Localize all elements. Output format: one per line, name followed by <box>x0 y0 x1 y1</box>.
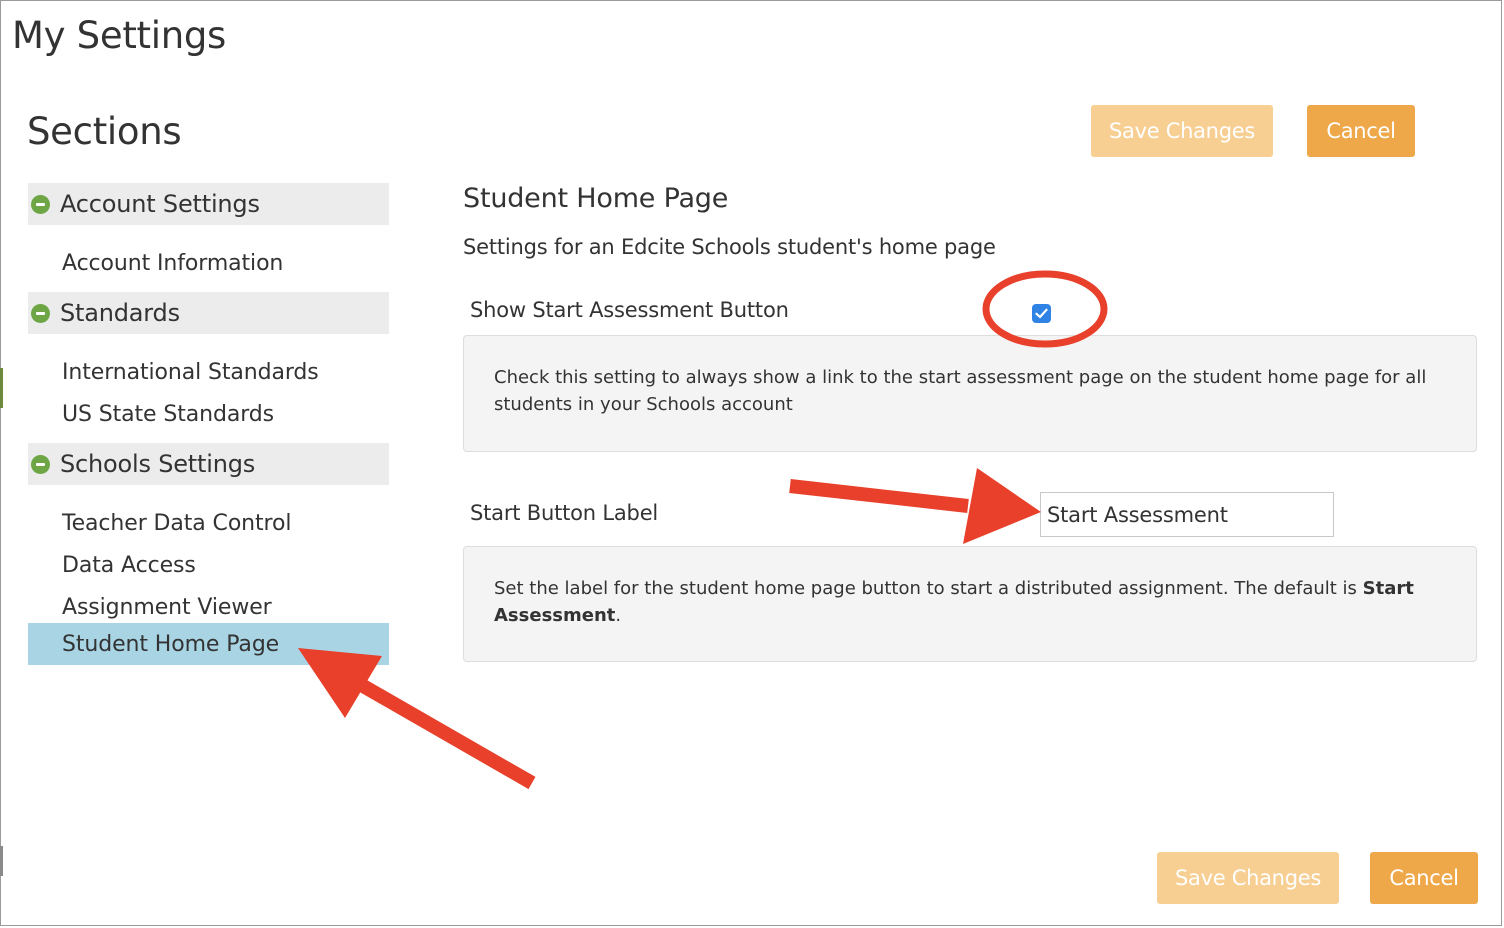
show-start-help-box: Check this setting to always show a link… <box>463 335 1477 452</box>
sidebar-item-teacher-data-control[interactable]: Teacher Data Control <box>28 503 389 543</box>
start-button-label-label: Start Button Label <box>470 501 659 525</box>
group-label: Schools Settings <box>60 450 256 478</box>
help-text-period: . <box>615 605 622 626</box>
group-schools-settings[interactable]: Schools Settings <box>28 443 389 485</box>
sidebar-item-account-information[interactable]: Account Information <box>28 243 389 283</box>
checkmark-icon <box>1035 308 1048 319</box>
save-changes-button-bottom[interactable]: Save Changes <box>1157 852 1339 904</box>
collapse-minus-icon <box>31 194 50 214</box>
group-label: Account Settings <box>60 190 260 218</box>
sections-heading: Sections <box>27 110 182 153</box>
sidebar-item-student-home-page[interactable]: Student Home Page <box>28 623 389 665</box>
start-label-help-box: Set the label for the student home page … <box>463 546 1477 662</box>
collapse-minus-icon <box>31 303 50 323</box>
cancel-button-bottom[interactable]: Cancel <box>1370 852 1478 904</box>
pane-title: Student Home Page <box>463 183 729 214</box>
start-label-help-text: Set the label for the student home page … <box>494 578 1363 599</box>
show-start-help-text: Check this setting to always show a link… <box>494 367 1427 415</box>
cancel-button-top[interactable]: Cancel <box>1307 105 1415 157</box>
sidebar-item-us-state-standards[interactable]: US State Standards <box>28 394 389 434</box>
pane-subtitle: Settings for an Edcite Schools student's… <box>463 235 996 259</box>
background-edge <box>0 846 3 876</box>
sidebar-item-international-standards[interactable]: International Standards <box>28 352 389 392</box>
collapse-minus-icon <box>31 454 50 474</box>
sidebar-item-data-access[interactable]: Data Access <box>28 545 389 585</box>
sidebar-item-assignment-viewer[interactable]: Assignment Viewer <box>28 587 389 627</box>
dialog-title: My Settings <box>12 14 227 57</box>
group-standards[interactable]: Standards <box>28 292 389 334</box>
group-label: Standards <box>60 299 180 327</box>
show-start-assessment-label: Show Start Assessment Button <box>470 298 789 322</box>
background-edge <box>0 368 3 408</box>
show-start-assessment-checkbox[interactable] <box>1032 304 1051 323</box>
save-changes-button-top[interactable]: Save Changes <box>1091 105 1273 157</box>
start-button-label-input[interactable] <box>1040 492 1334 537</box>
group-account-settings[interactable]: Account Settings <box>28 183 389 225</box>
